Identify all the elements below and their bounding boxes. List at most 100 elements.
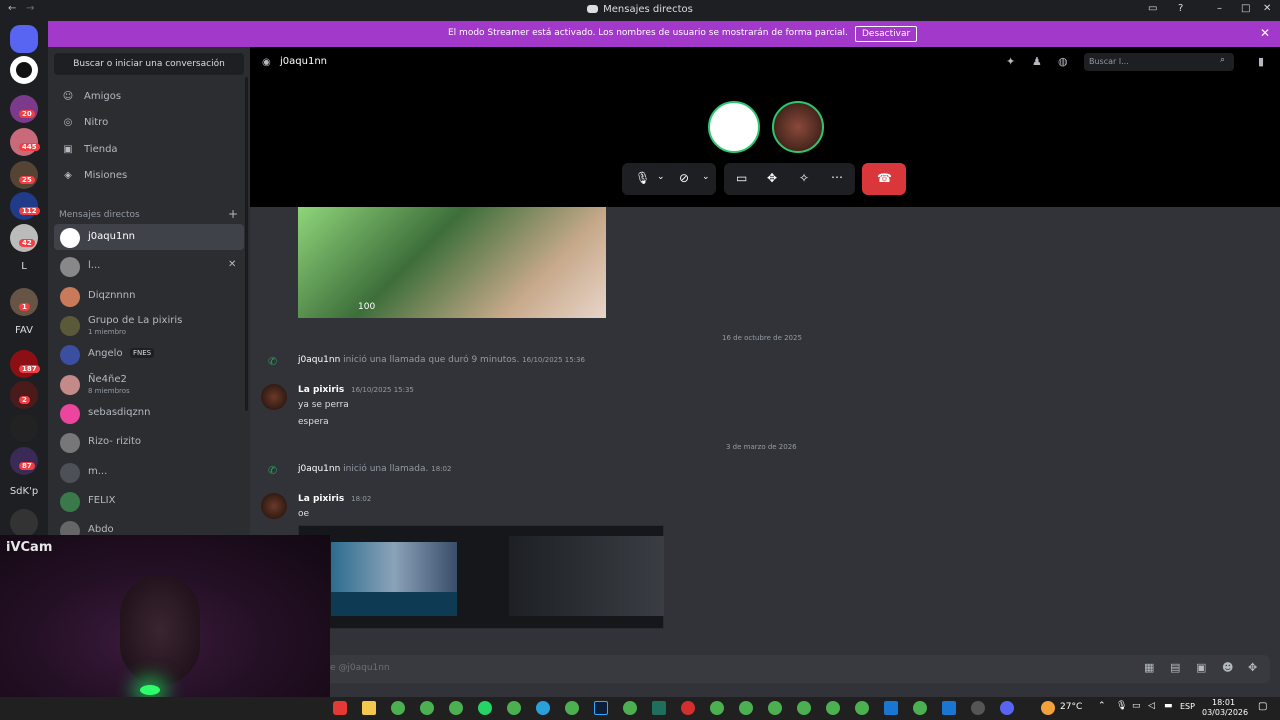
add-dm-icon[interactable]: + [228,207,238,221]
camera-off-icon[interactable]: ⊘ [679,171,689,185]
server-icon[interactable] [10,381,38,409]
chrome-icon[interactable] [855,701,869,715]
gift-icon[interactable]: ▦ [1144,661,1154,674]
nav-nitro[interactable]: ◎ Nitro [60,117,109,128]
avatar[interactable] [261,493,287,519]
app-icon[interactable] [942,701,956,715]
server-icon[interactable] [10,128,38,156]
dm-item[interactable]: Rizo- rizito [54,429,244,455]
telegram-icon[interactable] [536,701,550,715]
apps-icon[interactable]: ✥ [1248,661,1257,674]
close-banner-icon[interactable]: ✕ [1260,26,1270,40]
message-author[interactable]: La pixiris [298,494,344,504]
chrome-icon[interactable] [420,701,434,715]
minimize-icon[interactable]: – [1217,3,1222,14]
search-input[interactable]: Buscar l... ⌕ [1084,53,1234,71]
chrome-icon[interactable] [797,701,811,715]
screenshot-attachment[interactable] [298,525,664,629]
opera-icon[interactable] [681,701,695,715]
pin-icon[interactable]: ✦ [1006,55,1015,68]
help-icon[interactable]: ? [1178,3,1183,14]
server-icon[interactable] [10,350,38,378]
close-dm-icon[interactable]: ✕ [228,259,236,270]
chevron-down-icon[interactable]: ⌄ [702,172,710,182]
add-friends-icon[interactable]: ♟ [1032,55,1042,68]
inbox-icon[interactable]: ▮ [1258,55,1264,68]
discord-taskbar-icon[interactable] [1000,701,1014,715]
soundboard-icon[interactable]: ✧ [799,171,809,185]
server-icon[interactable] [10,288,38,316]
photoshop-icon[interactable] [594,701,608,715]
chrome-icon[interactable] [710,701,724,715]
profile-icon[interactable]: ◍ [1058,55,1068,68]
dm-item[interactable]: j0aqu1nn [54,224,244,250]
server-label[interactable]: SdK'p [0,486,48,497]
clock-time[interactable]: 18:01 [1212,698,1235,707]
video-attachment[interactable]: 100 [298,207,606,318]
server-label[interactable]: FAV [0,325,48,336]
volume-icon[interactable]: ◁ [1148,701,1155,711]
app-icon[interactable] [652,701,666,715]
emoji-icon[interactable]: ☻ [1222,661,1233,674]
server-icon[interactable] [10,414,38,442]
tray-chevron-icon[interactable]: ⌃ [1098,701,1106,711]
whatsapp-icon[interactable] [478,701,492,715]
server-icon[interactable] [10,509,38,537]
chevron-down-icon[interactable]: ⌄ [657,172,665,182]
server-icon[interactable] [10,161,38,189]
server-icon[interactable] [10,447,38,475]
network-icon[interactable]: ▭ [1132,701,1141,711]
chrome-icon[interactable] [391,701,405,715]
app-icon[interactable] [971,701,985,715]
inbox-icon[interactable]: ▭ [1148,3,1157,14]
nav-friends[interactable]: ☺ Amigos [60,91,121,102]
call-user[interactable]: j0aqu1nn [298,464,340,474]
message-input[interactable]: e @j0aqu1nn ▦ ▤ ▣ ☻ ✥ [262,655,1270,683]
find-conversation-button[interactable]: Buscar o iniciar una conversación [54,53,244,75]
app-icon[interactable] [333,701,347,715]
hang-up-button[interactable]: ☎ [862,163,906,195]
file-explorer-icon[interactable] [362,701,376,715]
server-icon[interactable] [10,95,38,123]
dm-item[interactable]: Ñe4ñe2 8 miembros [54,371,244,397]
app-icon[interactable] [884,701,898,715]
maximize-icon[interactable]: □ [1241,3,1250,14]
dm-item[interactable]: Angelo FNES [54,341,244,367]
chrome-icon[interactable] [507,701,521,715]
notifications-icon[interactable]: ▢ [1258,701,1267,712]
dm-item[interactable]: sebasdiqznn [54,400,244,426]
chrome-icon[interactable] [768,701,782,715]
call-user[interactable]: j0aqu1nn [298,355,340,365]
gif-icon[interactable]: ▤ [1170,661,1180,674]
server-icon[interactable] [10,56,38,84]
server-icon[interactable] [10,224,38,252]
chrome-icon[interactable] [623,701,637,715]
dm-item[interactable]: Diqznnnn [54,283,244,309]
close-window-icon[interactable]: ✕ [1263,3,1271,14]
screen-share-icon[interactable]: ▭ [736,171,747,185]
dm-item[interactable]: Grupo de La pixiris 1 miembro [54,312,244,338]
activities-icon[interactable]: ✥ [767,171,777,185]
nav-shop[interactable]: ▣ Tienda [60,144,117,155]
microphone-icon[interactable]: 🎙 [635,171,650,185]
language-indicator[interactable]: ESP [1180,702,1195,711]
clock-date[interactable]: 03/03/2026 [1202,708,1248,717]
chrome-icon[interactable] [565,701,579,715]
avatar[interactable] [261,384,287,410]
chrome-icon[interactable] [913,701,927,715]
nav-quests[interactable]: ◈ Misiones [60,170,127,181]
dm-item[interactable]: l... ✕ [54,253,244,279]
server-label[interactable]: L [0,261,48,272]
disable-streamer-button[interactable]: Desactivar [855,26,918,42]
more-icon[interactable]: ⋯ [831,170,843,184]
chrome-icon[interactable] [739,701,753,715]
discord-home-icon[interactable] [10,25,38,53]
chrome-icon[interactable] [449,701,463,715]
dm-item[interactable]: m... [54,459,244,485]
sticker-icon[interactable]: ▣ [1196,661,1206,674]
message-author[interactable]: La pixiris [298,385,344,395]
server-icon[interactable] [10,192,38,220]
sidebar-scrollbar[interactable] [245,77,248,411]
dm-item[interactable]: FELIX [54,488,244,514]
chrome-icon[interactable] [826,701,840,715]
